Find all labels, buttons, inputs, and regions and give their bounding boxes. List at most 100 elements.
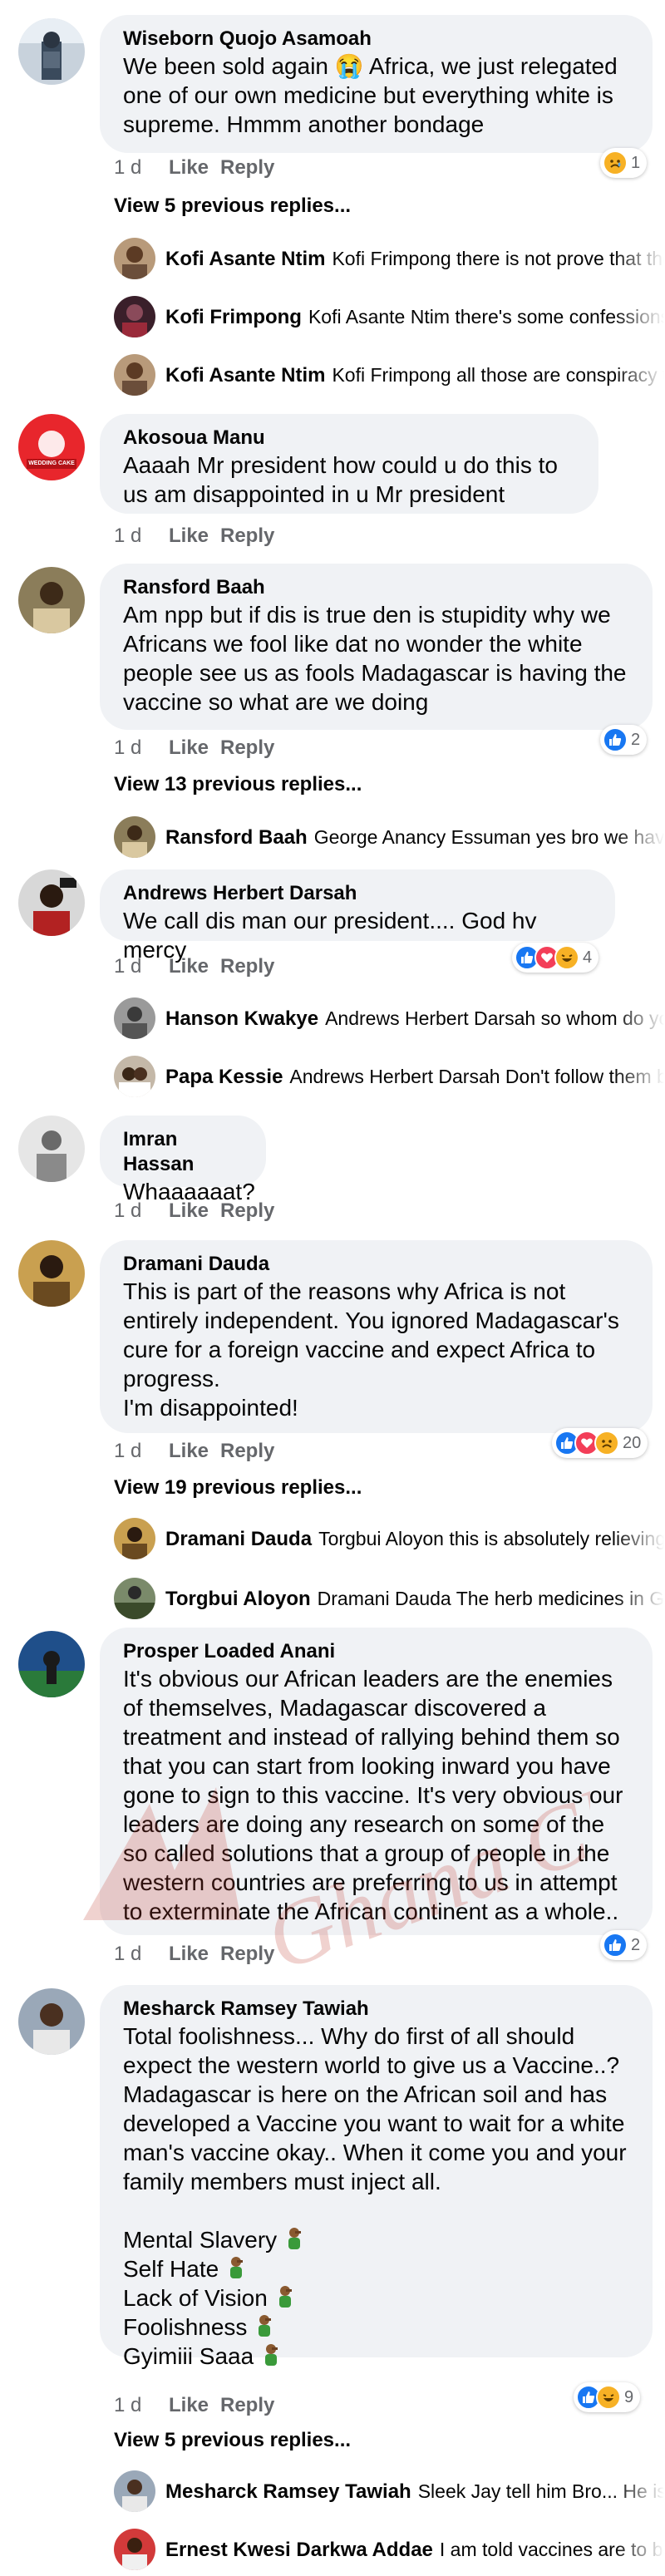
comment-bubble: Wiseborn Quojo Asamoah We been sold agai… bbox=[100, 15, 653, 153]
reply-text: Dramani Dauda The herb medicines in Ghan… bbox=[317, 1588, 664, 1609]
reply-author[interactable]: Ransford Baah bbox=[165, 826, 308, 849]
reply-button[interactable]: Reply bbox=[220, 736, 274, 761]
comment-time[interactable]: 1 d bbox=[114, 1439, 169, 1464]
comment-author[interactable]: Ransford Baah bbox=[123, 575, 629, 600]
sad-reaction-icon bbox=[594, 1431, 619, 1455]
like-button[interactable]: Like bbox=[169, 736, 220, 761]
comment-text: Aaaah Mr president how could u do this t… bbox=[123, 452, 564, 507]
avatar[interactable] bbox=[18, 18, 85, 85]
comment-bubble: Andrews Herbert Darsah We call dis man o… bbox=[100, 869, 615, 963]
comment-time[interactable]: 1 d bbox=[114, 2393, 169, 2418]
comment-actions: 1 d Like Reply bbox=[114, 155, 274, 180]
avatar[interactable] bbox=[18, 1988, 85, 2055]
reaction-summary[interactable]: 2 bbox=[600, 1930, 648, 1960]
comment-author[interactable]: Imran Hassan bbox=[123, 1127, 243, 1177]
reply-button[interactable]: Reply bbox=[220, 155, 274, 180]
like-button[interactable]: Like bbox=[169, 1199, 220, 1224]
reply-author[interactable]: Mesharck Ramsey Tawiah bbox=[165, 2480, 411, 2503]
reply-author[interactable]: Kofi Asante Ntim bbox=[165, 364, 325, 387]
reaction-count: 1 bbox=[631, 153, 641, 172]
reply-text: Torgbui Aloyon this is absolutely reliev… bbox=[318, 1528, 664, 1549]
comment-author[interactable]: Akosoua Manu bbox=[123, 426, 575, 451]
comment-actions: 1 d Like Reply bbox=[114, 524, 274, 549]
comment-text: We been sold again 😭 Africa, we just rel… bbox=[123, 53, 624, 137]
avatar[interactable] bbox=[18, 1116, 85, 1182]
comment-text: Total foolishness... Why do first of all… bbox=[123, 2023, 633, 2194]
like-button[interactable]: Like bbox=[169, 155, 220, 180]
reply-author[interactable]: Dramani Dauda bbox=[165, 1528, 312, 1550]
comment-author[interactable]: Mesharck Ramsey Tawiah bbox=[123, 1997, 629, 2022]
reaction-summary[interactable]: 2 bbox=[600, 725, 648, 755]
like-button[interactable]: Like bbox=[169, 954, 220, 979]
comment-time[interactable]: 1 d bbox=[114, 736, 169, 761]
like-button[interactable]: Like bbox=[169, 1439, 220, 1464]
reply-button[interactable]: Reply bbox=[220, 524, 274, 549]
reply-button[interactable]: Reply bbox=[220, 2393, 274, 2418]
comment-text: It's obvious our African leaders are the… bbox=[123, 1666, 630, 1924]
man-facepalming-icon bbox=[265, 2344, 278, 2366]
man-facepalming-icon bbox=[230, 2257, 244, 2278]
reaction-summary[interactable]: 1 bbox=[600, 148, 648, 178]
reply-button[interactable]: Reply bbox=[220, 1199, 274, 1224]
comment-actions: 1 d Like Reply bbox=[114, 2393, 274, 2418]
comment-author[interactable]: Andrews Herbert Darsah bbox=[123, 881, 592, 906]
comment-author[interactable]: Dramani Dauda bbox=[123, 1252, 629, 1277]
comment-time[interactable]: 1 d bbox=[114, 1942, 169, 1967]
reaction-count: 20 bbox=[623, 1433, 642, 1452]
man-facepalming-icon bbox=[259, 2315, 272, 2337]
like-reaction-icon bbox=[603, 727, 628, 752]
avatar[interactable] bbox=[18, 567, 85, 633]
list-item: Foolishness bbox=[123, 2314, 248, 2340]
reaction-count: 9 bbox=[624, 2387, 634, 2406]
reply-text: Andrews Herbert Darsah Don't follow them… bbox=[289, 1066, 664, 1087]
view-previous-replies-link[interactable]: View 5 previous replies... bbox=[114, 2429, 351, 2452]
comment-author[interactable]: Wiseborn Quojo Asamoah bbox=[123, 27, 629, 52]
view-previous-replies-link[interactable]: View 19 previous replies... bbox=[114, 1476, 362, 1500]
reaction-count: 2 bbox=[631, 1935, 641, 1954]
avatar-label: WEDDING CAKE bbox=[28, 461, 75, 466]
comment-time[interactable]: 1 d bbox=[114, 954, 169, 979]
avatar[interactable] bbox=[18, 1631, 85, 1697]
list-item: Lack of Vision bbox=[123, 2285, 268, 2311]
view-previous-replies-link[interactable]: View 13 previous replies... bbox=[114, 773, 362, 796]
comment-time[interactable]: 1 d bbox=[114, 1199, 169, 1224]
reply-author[interactable]: Ernest Kwesi Darkwa Addae bbox=[165, 2539, 433, 2561]
like-reaction-icon bbox=[603, 1933, 628, 1958]
comment-time[interactable]: 1 d bbox=[114, 524, 169, 549]
comment-text: This is part of the reasons why Africa i… bbox=[123, 1278, 619, 1421]
comment-time[interactable]: 1 d bbox=[114, 155, 169, 180]
man-facepalming-icon bbox=[288, 2228, 302, 2249]
like-button[interactable]: Like bbox=[169, 1942, 220, 1967]
comment-bubble: Prosper Loaded Anani It's obvious our Af… bbox=[100, 1628, 653, 1935]
reaction-summary[interactable]: 9 bbox=[574, 2382, 641, 2412]
reply-button[interactable]: Reply bbox=[220, 954, 274, 979]
comment-actions: 1 d Like Reply bbox=[114, 1199, 274, 1224]
reply-text: George Anancy Essuman yes bro we have to bbox=[313, 826, 664, 848]
avatar[interactable] bbox=[18, 1240, 85, 1307]
comment-actions: 1 d Like Reply bbox=[114, 736, 274, 761]
comment-bubble: Ransford Baah Am npp but if dis is true … bbox=[100, 564, 653, 730]
comment-author[interactable]: Prosper Loaded Anani bbox=[123, 1639, 629, 1664]
view-previous-replies-link[interactable]: View 5 previous replies... bbox=[114, 195, 351, 218]
man-facepalming-icon bbox=[278, 2286, 292, 2308]
reply-author[interactable]: Kofi Frimpong bbox=[165, 306, 302, 328]
haha-reaction-icon bbox=[596, 2385, 621, 2410]
reply-author[interactable]: Hanson Kwakye bbox=[165, 1007, 318, 1030]
reply-author[interactable]: Kofi Asante Ntim bbox=[165, 248, 325, 270]
comment-actions: 1 d Like Reply bbox=[114, 1942, 274, 1967]
reply-text: Kofi Asante Ntim there's some confession… bbox=[308, 306, 664, 328]
avatar[interactable] bbox=[18, 869, 85, 936]
reply-author[interactable]: Papa Kessie bbox=[165, 1066, 283, 1088]
like-button[interactable]: Like bbox=[169, 524, 220, 549]
avatar[interactable]: WEDDING CAKE bbox=[18, 414, 85, 480]
reply-author[interactable]: Torgbui Aloyon bbox=[165, 1588, 311, 1610]
like-button[interactable]: Like bbox=[169, 2393, 220, 2418]
list-item: Gyimiii Saaa bbox=[123, 2343, 254, 2369]
reply-button[interactable]: Reply bbox=[220, 1942, 274, 1967]
reply-button[interactable]: Reply bbox=[220, 1439, 274, 1464]
reaction-summary[interactable]: 4 bbox=[512, 943, 599, 973]
reaction-count: 2 bbox=[631, 730, 641, 749]
comment-actions: 1 d Like Reply bbox=[114, 1439, 274, 1464]
comment-bubble: Mesharck Ramsey Tawiah Total foolishness… bbox=[100, 1985, 653, 2369]
reaction-summary[interactable]: 20 bbox=[552, 1428, 648, 1458]
